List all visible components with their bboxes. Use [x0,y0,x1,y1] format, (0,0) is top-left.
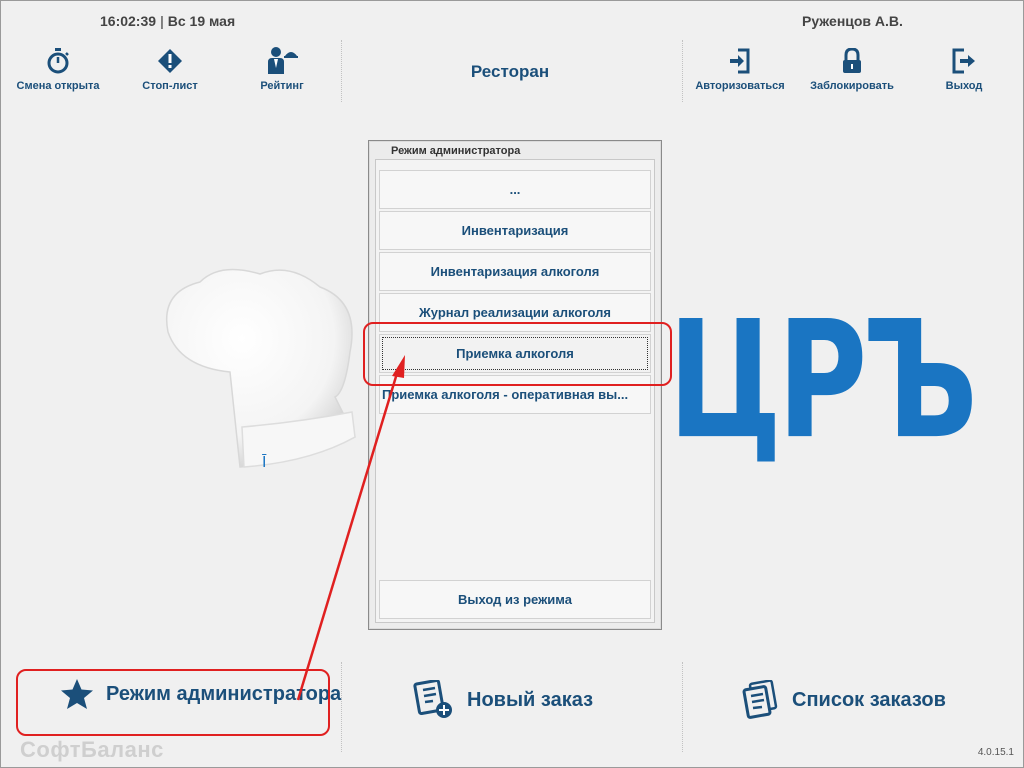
admin-mode-label: Режим администратора [106,683,342,705]
menu-item-more[interactable]: ... [379,170,651,209]
order-list-icon [742,680,778,719]
lock-button[interactable]: Заблокировать [792,48,912,92]
version-label: 4.0.15.1 [977,747,1014,758]
menu-item-alcohol-inventory[interactable]: Инвентаризация алкоголя [379,252,651,291]
dialog-title: Режим администратора [391,145,521,157]
login-label: Авторизоваться [695,80,785,92]
current-user: Руженцов А.В. [802,13,903,29]
shift-open-label: Смена открыта [16,80,100,92]
lock-icon [792,48,912,74]
stoplist-label: Стоп-лист [142,80,198,92]
lock-label: Заблокировать [810,80,894,92]
menu-item-alcohol-receiving[interactable]: Приемка алкоголя [379,334,651,373]
new-order-icon [413,680,452,718]
exit-button[interactable]: Выход [904,48,1024,92]
warning-diamond-icon [110,48,230,74]
datetime: 16:02:39 | Вс 19 мая [100,13,236,29]
exit-label: Выход [945,80,983,92]
svg-text:Ī: Ī [262,453,267,471]
star-icon [61,679,93,709]
menu-item-alcohol-receiving-operative[interactable]: Приемка алкоголя - оперативная вы... [379,375,651,414]
rating-button[interactable]: Рейтинг [222,47,342,92]
waiter-icon [222,47,342,74]
chef-hat-logo: Ī [166,268,356,471]
menu-item-alcohol-sales-journal[interactable]: Журнал реализации алкоголя [379,293,651,332]
new-order-label: Новый заказ [467,688,594,711]
sign-in-icon [680,48,800,74]
clock-time: 16:02:39 [100,13,157,29]
exit-mode-button[interactable]: Выход из режима [379,580,651,619]
admin-mode-dialog: Режим администратора ... Инвентаризация … [368,140,662,630]
admin-mode-button[interactable]: Режим администратора [60,678,341,710]
stoplist-button[interactable]: Стоп-лист [110,48,230,92]
new-order-button[interactable]: Новый заказ [413,680,593,720]
current-date: Вс 19 мая [167,13,236,29]
toolbar-separator [341,40,342,102]
brand-logo: ЦРЪ [668,287,978,475]
menu-item-inventory[interactable]: Инвентаризация [379,211,651,250]
order-list-label: Список заказов [792,688,946,711]
sign-out-icon [904,48,1024,74]
dialog-menu: ... Инвентаризация Инвентаризация алкого… [375,159,655,623]
bottom-separator [682,662,683,752]
login-button[interactable]: Авторизоваться [680,48,800,92]
company-logo: СофтБаланс [20,737,164,762]
order-list-button[interactable]: Список заказов [740,680,946,720]
page-title: Ресторан [470,62,550,81]
rating-label: Рейтинг [260,80,304,92]
shift-open-button[interactable]: Смена открыта [0,48,118,92]
stopwatch-icon [0,48,118,74]
